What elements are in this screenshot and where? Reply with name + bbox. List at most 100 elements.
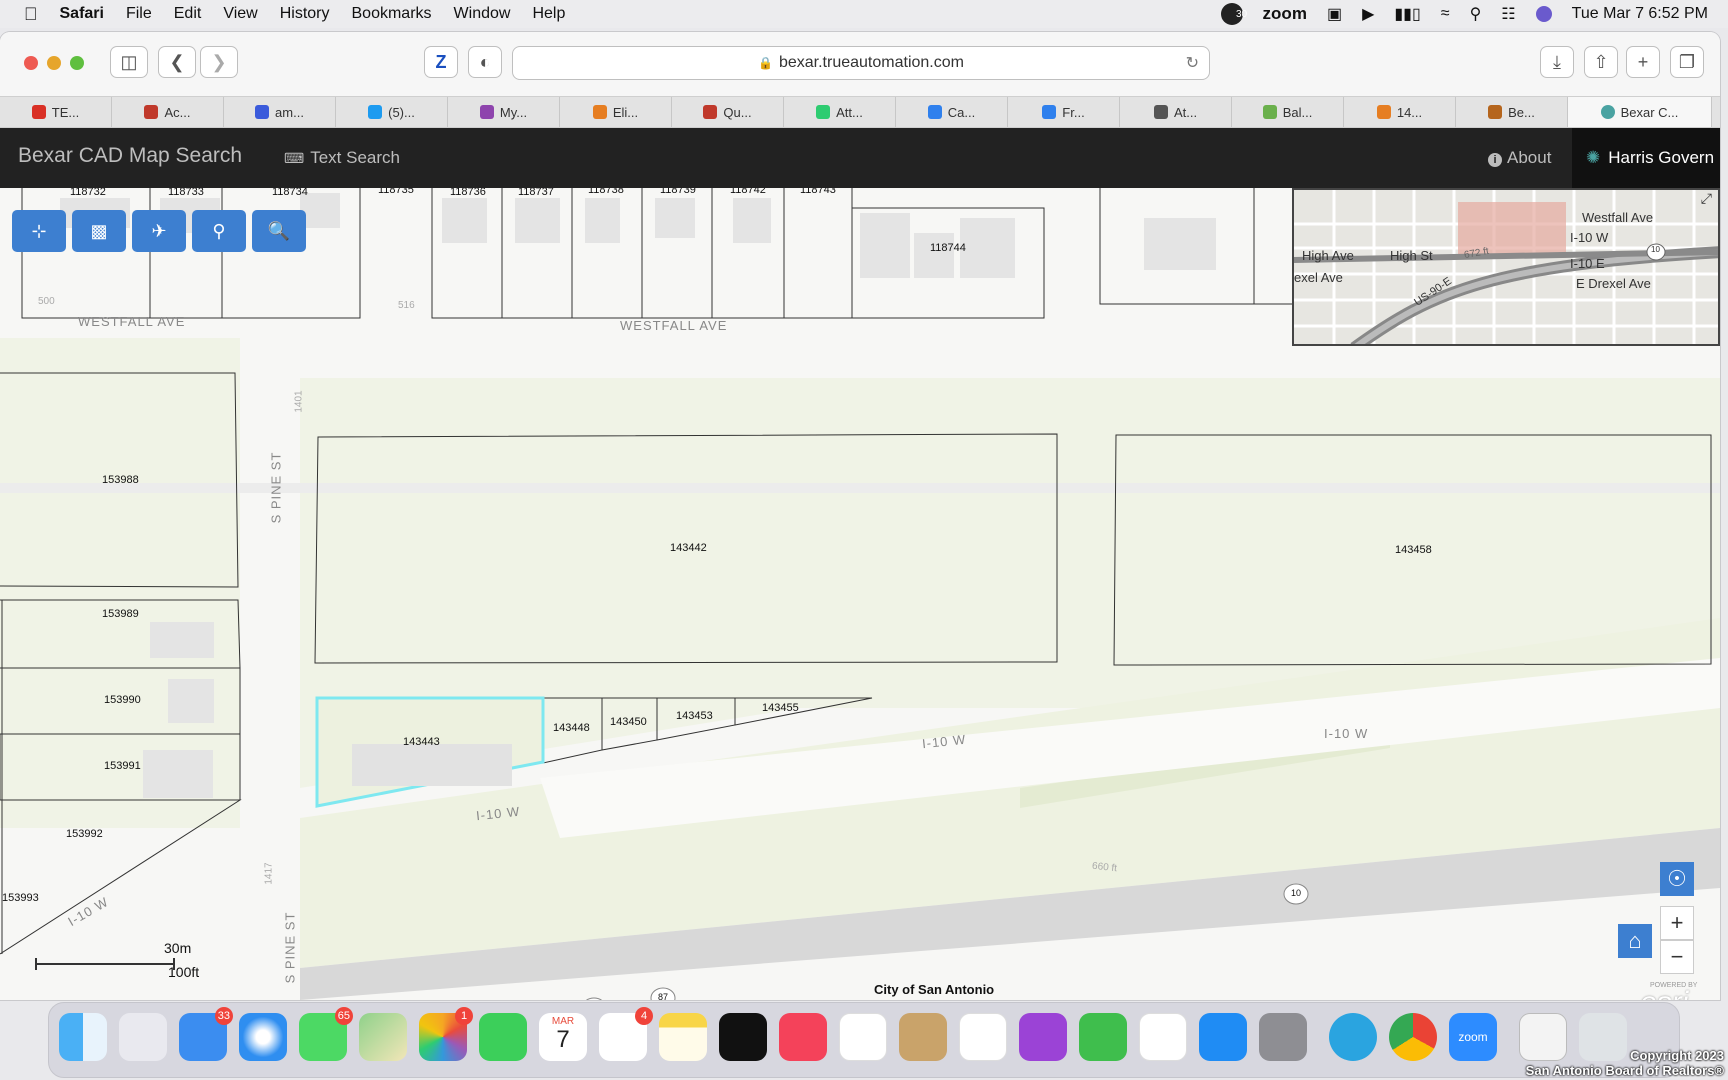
wifi-icon[interactable]: ≈ (1441, 5, 1450, 23)
parcel-label[interactable]: 153988 (102, 474, 139, 486)
calendar-icon[interactable]: MAR 7 (539, 1013, 587, 1061)
news-icon[interactable] (839, 1013, 887, 1061)
launchpad-icon[interactable] (119, 1013, 167, 1061)
menu-app-safari[interactable]: Safari (60, 5, 104, 23)
overview-map[interactable]: Westfall Ave I-10 W I-10 E High Ave High… (1292, 188, 1720, 346)
podcasts-icon[interactable] (1019, 1013, 1067, 1061)
parcel-label[interactable]: 153992 (66, 828, 103, 840)
numbers-icon[interactable] (1079, 1013, 1127, 1061)
sidebar-toggle-button[interactable]: ◫ (110, 46, 148, 78)
telegram-icon[interactable] (1329, 1013, 1377, 1061)
notification-count-icon[interactable]: 30 (1220, 3, 1247, 25)
keynote-icon[interactable] (959, 1013, 1007, 1061)
new-tab-button[interactable]: + (1626, 46, 1660, 78)
tab-bexar-cad[interactable]: Bexar C... (1568, 97, 1712, 127)
map-view[interactable]: ⊹ ▩ ✈ ⚲ 🔍 118732 118733 118734 118735 11… (0, 188, 1720, 1000)
system-settings-icon[interactable] (1259, 1013, 1307, 1061)
airport-tool-button[interactable]: ✈ (132, 210, 186, 252)
tab-am[interactable]: am... (224, 97, 336, 127)
menu-bookmarks[interactable]: Bookmarks (352, 5, 432, 23)
parcel-label[interactable]: 118736 (450, 188, 486, 198)
parcel-label[interactable]: 153991 (104, 760, 141, 772)
notes-icon[interactable] (659, 1013, 707, 1061)
parcel-label[interactable]: 118739 (660, 188, 696, 196)
tab-my[interactable]: My... (448, 97, 560, 127)
share-button[interactable]: ⇧ (1584, 46, 1618, 78)
screen-mirror-icon[interactable]: ▣ (1327, 4, 1342, 24)
menu-help[interactable]: Help (532, 5, 565, 23)
siri-icon[interactable] (1535, 6, 1552, 22)
safari-icon[interactable] (239, 1013, 287, 1061)
tab-ca[interactable]: Ca... (896, 97, 1008, 127)
about-link[interactable]: i About (1488, 148, 1551, 168)
locate-button[interactable]: ☉ (1660, 862, 1694, 896)
tab-14[interactable]: 14... (1344, 97, 1456, 127)
photos-icon[interactable]: 1 (419, 1007, 473, 1061)
minimize-window-button[interactable] (47, 56, 61, 70)
zoom-icon[interactable]: zoom (1449, 1013, 1497, 1061)
tab-be[interactable]: Be... (1456, 97, 1568, 127)
address-bar[interactable]: 🔒 bexar.trueautomation.com ↻ (512, 46, 1210, 80)
layers-tool-button[interactable]: ⊹ (12, 210, 66, 252)
zoom-menu-label[interactable]: zoom (1263, 4, 1307, 24)
facetime-icon[interactable] (479, 1013, 527, 1061)
apple-tv-icon[interactable] (719, 1013, 767, 1061)
parcel-label[interactable]: 143450 (610, 716, 647, 728)
zoom-out-button[interactable]: − (1660, 940, 1694, 974)
search-tool-button[interactable]: 🔍 (252, 210, 306, 252)
app-store-icon[interactable] (1199, 1013, 1247, 1061)
contacts-icon[interactable] (899, 1013, 947, 1061)
tab-att[interactable]: Att... (784, 97, 896, 127)
maps-icon[interactable] (359, 1013, 407, 1061)
messages-icon[interactable]: 65 (299, 1007, 353, 1061)
apple-icon[interactable]:  (24, 4, 38, 25)
privacy-shield-icon[interactable]: ◐ (468, 46, 502, 78)
tab-gmail[interactable]: TE... (0, 97, 112, 127)
pages-icon[interactable] (1139, 1013, 1187, 1061)
parcel-label[interactable]: 143453 (676, 710, 713, 722)
parcel-label[interactable]: 118737 (518, 188, 554, 198)
reload-icon[interactable]: ↻ (1186, 53, 1199, 73)
menu-view[interactable]: View (223, 5, 257, 23)
tab-qu[interactable]: Qu... (672, 97, 784, 127)
chrome-icon[interactable] (1389, 1013, 1437, 1061)
parcel-label[interactable]: 118733 (168, 188, 204, 198)
downloads-button[interactable]: ⤓ (1540, 46, 1574, 78)
reminders-icon[interactable]: 4 (599, 1007, 653, 1061)
expand-icon[interactable]: ⤢ (1701, 190, 1712, 207)
tab-fr[interactable]: Fr... (1008, 97, 1120, 127)
mail-icon[interactable]: 33 (179, 1007, 233, 1061)
tab-at[interactable]: At... (1120, 97, 1232, 127)
parcel-label[interactable]: 153993 (2, 892, 39, 904)
parcel-label[interactable]: 143455 (762, 702, 799, 714)
parcel-label[interactable]: 118744 (930, 242, 966, 254)
zoom-in-button[interactable]: + (1660, 906, 1694, 940)
parcel-label[interactable]: 143448 (553, 722, 590, 734)
parcel-label[interactable]: 153989 (102, 608, 139, 620)
music-icon[interactable] (779, 1013, 827, 1061)
tab-eli[interactable]: Eli... (560, 97, 672, 127)
parcel-label[interactable]: 153990 (104, 694, 141, 706)
zotero-extension-icon[interactable]: Z (424, 46, 458, 78)
play-icon[interactable]: ▶ (1362, 4, 1374, 24)
map-tool-button[interactable]: ▩ (72, 210, 126, 252)
parcel-label[interactable]: 118738 (588, 188, 624, 196)
home-button[interactable]: ⌂ (1618, 924, 1652, 958)
back-button[interactable]: ❮ (158, 46, 196, 78)
finder-icon[interactable] (59, 1013, 107, 1061)
parcel-label[interactable]: 143458 (1395, 544, 1432, 556)
menu-edit[interactable]: Edit (174, 5, 202, 23)
tab-twitter[interactable]: (5)... (336, 97, 448, 127)
menu-file[interactable]: File (126, 5, 152, 23)
parcel-label[interactable]: 118734 (272, 188, 308, 198)
parcel-label[interactable]: 118732 (70, 188, 106, 198)
menu-history[interactable]: History (280, 5, 330, 23)
clock[interactable]: Tue Mar 7 6:52 PM (1572, 5, 1708, 23)
parcel-label[interactable]: 118742 (730, 188, 766, 196)
app-title[interactable]: Bexar CAD Map Search (18, 144, 242, 168)
search-icon[interactable]: ⚲ (1470, 4, 1482, 24)
parcel-label[interactable]: 118743 (800, 188, 836, 196)
parcel-label[interactable]: 143442 (670, 542, 707, 554)
text-search-link[interactable]: ⌨ Text Search (284, 148, 400, 168)
harris-govern-link[interactable]: ✺ Harris Govern (1572, 128, 1720, 188)
